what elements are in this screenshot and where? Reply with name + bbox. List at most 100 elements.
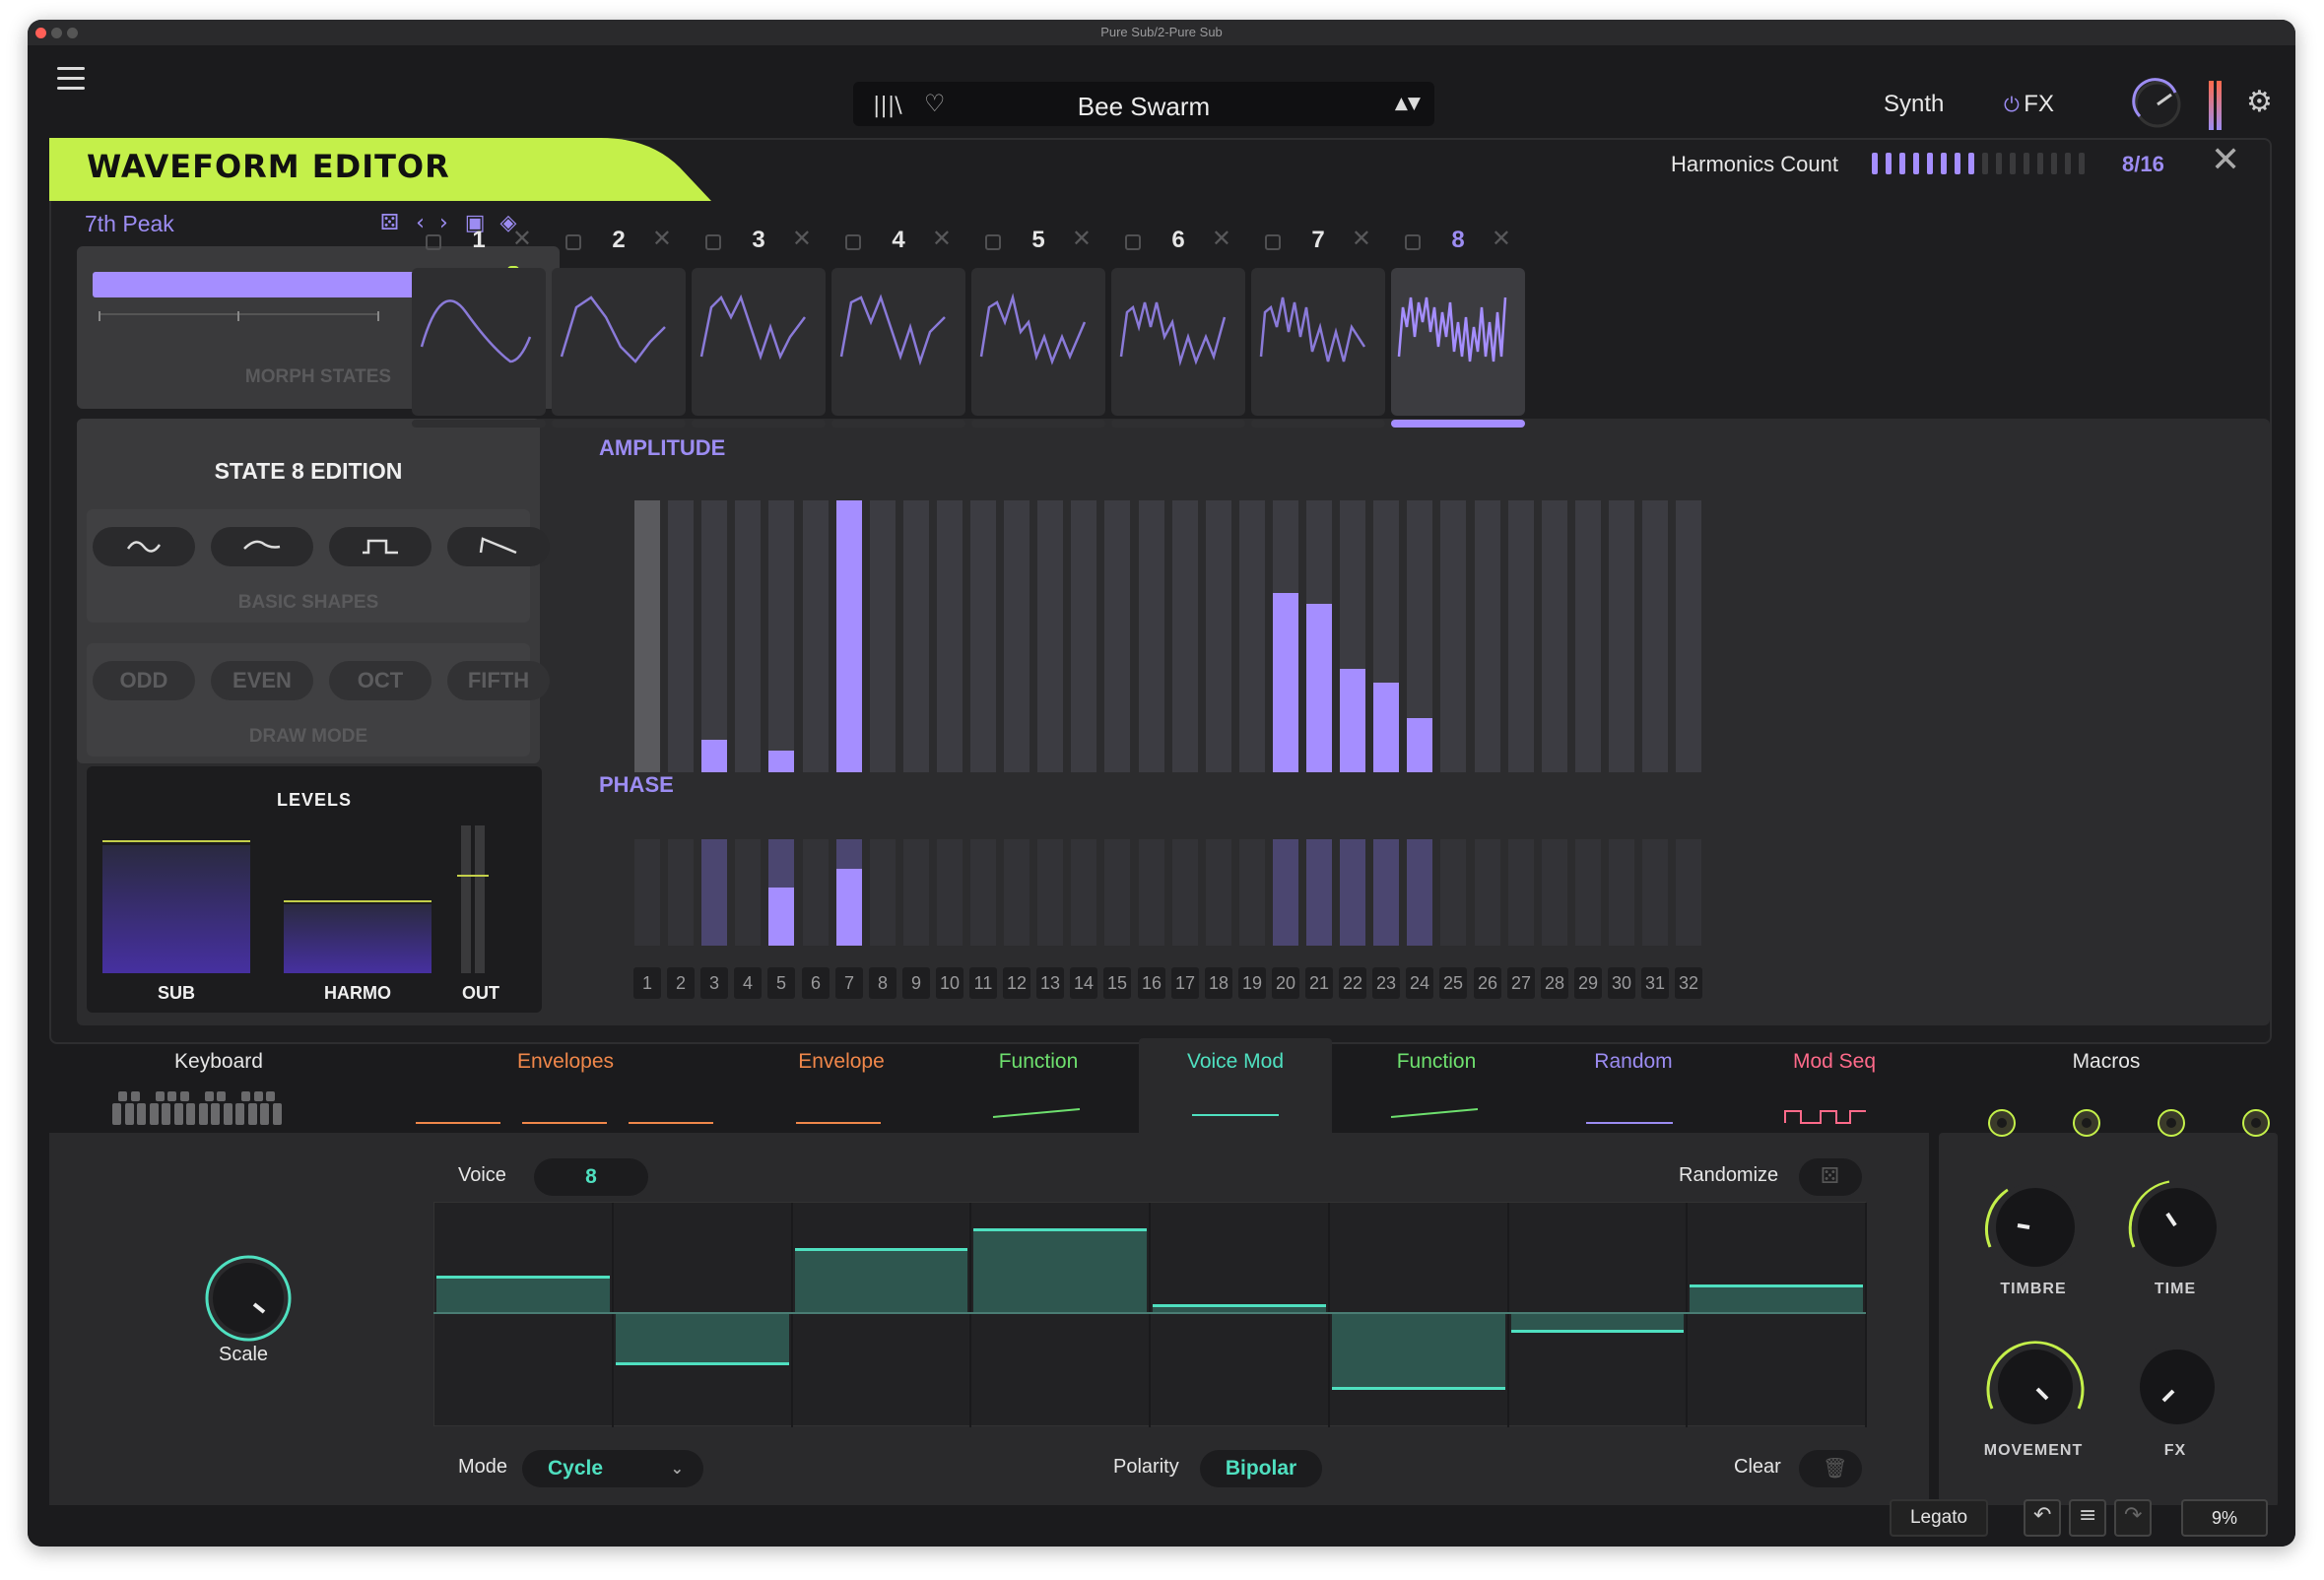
polarity-toggle[interactable]: Bipolar bbox=[1200, 1450, 1322, 1487]
amplitude-bar[interactable] bbox=[803, 500, 829, 772]
delete-state-icon[interactable]: ✕ bbox=[512, 225, 532, 252]
delete-state-icon[interactable]: ✕ bbox=[652, 225, 672, 252]
synth-tab[interactable]: Synth bbox=[1884, 91, 1944, 118]
phase-bar[interactable] bbox=[1306, 839, 1332, 946]
mod-tab-voice-mod[interactable]: Voice Mod bbox=[1147, 1050, 1324, 1074]
delete-state-icon[interactable]: ✕ bbox=[1352, 225, 1371, 252]
state-card[interactable]: 3 ✕ bbox=[692, 221, 826, 433]
legato-button[interactable]: Legato bbox=[1890, 1499, 1988, 1537]
phase-bar[interactable] bbox=[803, 839, 829, 946]
phase-bar[interactable] bbox=[735, 839, 761, 946]
state-card[interactable]: 6 ✕ bbox=[1111, 221, 1245, 433]
state-card[interactable]: 1 ✕ bbox=[412, 221, 546, 433]
harmonic-tick[interactable] bbox=[2065, 153, 2071, 174]
harmonic-tick[interactable] bbox=[1872, 153, 1878, 174]
duplicate-icon[interactable] bbox=[1125, 234, 1141, 250]
amplitude-bar[interactable] bbox=[937, 500, 963, 772]
amplitude-bar[interactable] bbox=[735, 500, 761, 772]
mod-tab-keyboard[interactable]: Keyboard bbox=[130, 1050, 307, 1074]
harmonic-tick[interactable] bbox=[1899, 153, 1905, 174]
draw-mode-even[interactable]: EVEN bbox=[211, 661, 313, 700]
macro-assign-button[interactable] bbox=[2073, 1109, 2100, 1137]
phase-bar[interactable] bbox=[668, 839, 694, 946]
phase-bar[interactable] bbox=[1642, 839, 1668, 946]
phase-bar[interactable] bbox=[1407, 839, 1432, 946]
amplitude-bar[interactable] bbox=[1542, 500, 1567, 772]
duplicate-icon[interactable] bbox=[1405, 234, 1421, 250]
delete-state-icon[interactable]: ✕ bbox=[1212, 225, 1231, 252]
harmo-level-fader[interactable] bbox=[284, 904, 432, 973]
state-card[interactable]: 2 ✕ bbox=[552, 221, 686, 433]
movement-macro-knob[interactable] bbox=[1974, 1326, 2092, 1444]
amplitude-bar[interactable] bbox=[1642, 500, 1668, 772]
phase-bar[interactable] bbox=[1475, 839, 1500, 946]
phase-bar[interactable] bbox=[1206, 839, 1231, 946]
phase-bar[interactable] bbox=[1440, 839, 1466, 946]
state-card[interactable]: 5 ✕ bbox=[971, 221, 1105, 433]
harmonic-tick[interactable] bbox=[1982, 153, 1988, 174]
amplitude-bar[interactable] bbox=[1104, 500, 1130, 772]
amplitude-bar[interactable] bbox=[1071, 500, 1096, 772]
harmonics-count-slider[interactable] bbox=[1872, 153, 2089, 176]
scale-knob[interactable] bbox=[199, 1249, 298, 1348]
sequencer-step[interactable] bbox=[434, 1203, 614, 1427]
mod-tab-function[interactable]: Function bbox=[1348, 1050, 1525, 1074]
duplicate-icon[interactable] bbox=[705, 234, 721, 250]
phase-bar[interactable] bbox=[1172, 839, 1198, 946]
voice-mod-sequencer[interactable] bbox=[433, 1202, 1867, 1427]
preset-browser[interactable]: |||\ ♡ Bee Swarm ▲▼ bbox=[853, 82, 1434, 126]
draw-mode-oct[interactable]: OCT bbox=[329, 661, 432, 700]
phase-bar[interactable] bbox=[1508, 839, 1534, 946]
amplitude-bar[interactable] bbox=[870, 500, 896, 772]
close-editor-icon[interactable]: ✕ bbox=[2211, 140, 2240, 180]
amplitude-bar[interactable] bbox=[1139, 500, 1164, 772]
preset-name[interactable]: Bee Swarm bbox=[853, 92, 1434, 122]
saw-shape-button[interactable] bbox=[447, 527, 550, 566]
duplicate-icon[interactable] bbox=[1265, 234, 1281, 250]
voice-count-field[interactable]: 8 bbox=[534, 1158, 648, 1196]
redo-button[interactable]: ↷ bbox=[2114, 1499, 2152, 1537]
amplitude-bar[interactable] bbox=[1676, 500, 1701, 772]
undo-button[interactable]: ↶ bbox=[2024, 1499, 2061, 1537]
random-dice-icon[interactable]: ⚄ bbox=[380, 211, 399, 235]
sequencer-step[interactable] bbox=[1688, 1203, 1867, 1427]
master-volume-knob[interactable] bbox=[2128, 75, 2187, 134]
phase-bar[interactable] bbox=[1037, 839, 1063, 946]
amplitude-bar[interactable] bbox=[634, 500, 660, 772]
amplitude-bar[interactable] bbox=[1239, 500, 1265, 772]
mode-dropdown[interactable]: Cycle ⌄ bbox=[522, 1450, 703, 1487]
phase-bar[interactable] bbox=[701, 839, 727, 946]
delete-state-icon[interactable]: ✕ bbox=[792, 225, 812, 252]
time-macro-knob[interactable] bbox=[2116, 1166, 2234, 1284]
harmonic-tick[interactable] bbox=[1955, 153, 1960, 174]
phase-bar[interactable] bbox=[1340, 839, 1365, 946]
macro-assign-button[interactable] bbox=[2158, 1109, 2185, 1137]
fx-tab[interactable]: ⏻ FX bbox=[2004, 91, 2054, 118]
phase-bar[interactable] bbox=[1139, 839, 1164, 946]
mod-tab-envelope[interactable]: Envelope bbox=[753, 1050, 930, 1074]
delete-state-icon[interactable]: ✕ bbox=[932, 225, 952, 252]
phase-bar[interactable] bbox=[1239, 839, 1265, 946]
amplitude-bar[interactable] bbox=[1206, 500, 1231, 772]
phase-bar[interactable] bbox=[1071, 839, 1096, 946]
sine-shape-button[interactable] bbox=[93, 527, 195, 566]
amplitude-bar[interactable] bbox=[1475, 500, 1500, 772]
phase-bar[interactable] bbox=[970, 839, 996, 946]
phase-bar[interactable] bbox=[634, 839, 660, 946]
phase-bar[interactable] bbox=[1273, 839, 1298, 946]
fx-macro-knob[interactable] bbox=[2116, 1326, 2234, 1444]
square-shape-button[interactable] bbox=[329, 527, 432, 566]
harmonic-tick[interactable] bbox=[2037, 153, 2043, 174]
phase-bar[interactable] bbox=[903, 839, 929, 946]
amplitude-bar[interactable] bbox=[903, 500, 929, 772]
duplicate-icon[interactable] bbox=[845, 234, 861, 250]
phase-bar[interactable] bbox=[1373, 839, 1399, 946]
harmonic-tick[interactable] bbox=[1886, 153, 1892, 174]
harmonic-tick[interactable] bbox=[2079, 153, 2085, 174]
amplitude-bar[interactable] bbox=[1508, 500, 1534, 772]
macro-assign-button[interactable] bbox=[2242, 1109, 2270, 1137]
soft-sine-shape-button[interactable] bbox=[211, 527, 313, 566]
harmonic-tick[interactable] bbox=[1996, 153, 2002, 174]
amplitude-bar[interactable] bbox=[1440, 500, 1466, 772]
amplitude-bar[interactable] bbox=[701, 500, 727, 772]
